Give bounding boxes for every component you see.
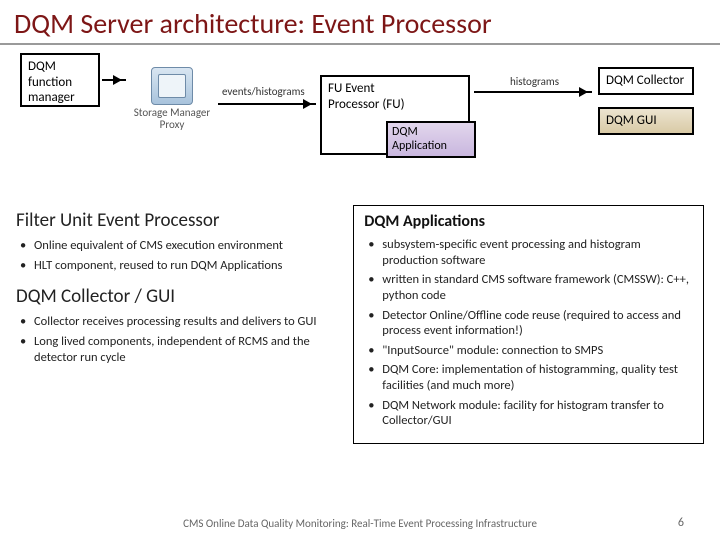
dqm-app-line2: Application bbox=[392, 139, 470, 153]
arrow-fu-to-collector bbox=[474, 91, 592, 93]
fu-line1: FU Event bbox=[328, 81, 462, 97]
storage-label: Storage Manager Proxy bbox=[128, 107, 216, 131]
fu-line2: Processor (FU) bbox=[328, 97, 462, 113]
storage-manager-proxy: Storage Manager Proxy bbox=[128, 67, 216, 133]
left-list-2: Collector receives processing results an… bbox=[16, 314, 339, 365]
right-column: DQM Applications subsystem-specific even… bbox=[353, 205, 704, 444]
right-heading: DQM Applications bbox=[364, 212, 693, 231]
dqm-application-box: DQM Application bbox=[386, 121, 476, 158]
arrow-fm-to-smp bbox=[102, 79, 126, 81]
left-heading-1: Filter Unit Event Processor bbox=[16, 209, 339, 232]
right-list: subsystem-specific event processing and … bbox=[364, 237, 693, 429]
list-item: "InputSource" module: connection to SMPS bbox=[382, 343, 693, 359]
list-item: DQM Core: implementation of histogrammin… bbox=[382, 362, 693, 393]
dqm-gui-box: DQM GUI bbox=[598, 107, 694, 135]
list-item: subsystem-specific event processing and … bbox=[382, 237, 693, 268]
list-item: Long lived components, independent of RC… bbox=[34, 334, 339, 365]
list-item: Collector receives processing results an… bbox=[34, 314, 339, 330]
left-column: Filter Unit Event Processor Online equiv… bbox=[16, 205, 339, 369]
page-number: 6 bbox=[678, 516, 684, 530]
events-label: events/histograms bbox=[222, 85, 305, 98]
dqm-app-line1: DQM bbox=[392, 125, 470, 139]
list-item: written in standard CMS software framewo… bbox=[382, 272, 693, 303]
function-manager-box: DQM function manager bbox=[20, 53, 100, 107]
list-item: DQM Network module: facility for histogr… bbox=[382, 398, 693, 429]
left-list-1: Online equivalent of CMS execution envir… bbox=[16, 238, 339, 273]
histograms-label: histograms bbox=[510, 75, 559, 88]
storage-icon bbox=[151, 67, 193, 105]
architecture-diagram: DQM function manager Storage Manager Pro… bbox=[0, 45, 720, 205]
list-item: Detector Online/Offline code reuse (requ… bbox=[382, 308, 693, 339]
content-columns: Filter Unit Event Processor Online equiv… bbox=[0, 205, 720, 444]
slide-title: DQM Server architecture: Event Processor bbox=[0, 0, 720, 45]
left-heading-2: DQM Collector / GUI bbox=[16, 285, 339, 308]
list-item: HLT component, reused to run DQM Applica… bbox=[34, 258, 339, 274]
dqm-collector-box: DQM Collector bbox=[598, 67, 694, 95]
list-item: Online equivalent of CMS execution envir… bbox=[34, 238, 339, 254]
footer-text: CMS Online Data Quality Monitoring: Real… bbox=[0, 517, 720, 530]
arrow-smp-to-fu bbox=[218, 103, 316, 105]
fu-event-processor-box: FU Event Processor (FU) DQM Application bbox=[320, 75, 470, 155]
